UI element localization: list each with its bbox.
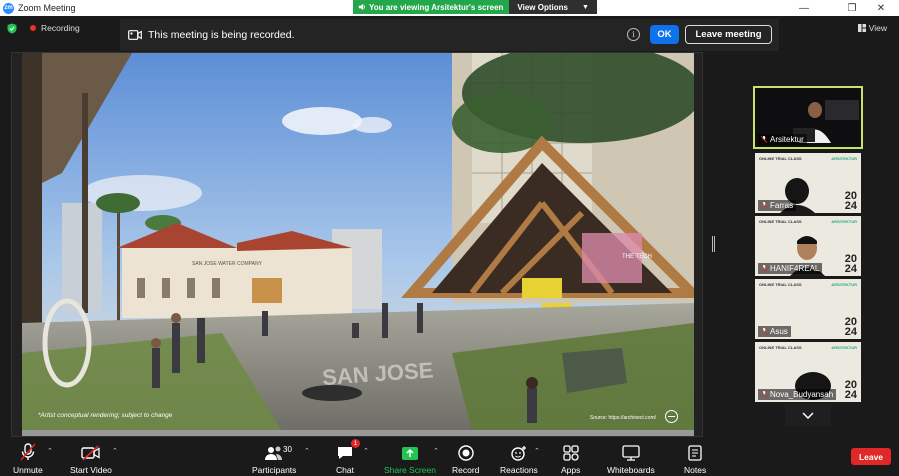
chat-unread-badge: 1 xyxy=(351,439,360,448)
share-screen-label: Share Screen xyxy=(384,465,436,475)
participant-name: Arsitektur xyxy=(758,134,807,145)
chat-icon xyxy=(338,447,352,459)
participants-icon xyxy=(265,446,283,460)
view-button[interactable]: View xyxy=(857,23,887,33)
participant-tile-hanif4real[interactable]: ONLINE TRIAL CLASS ARSITEKTUR 20 24 HANIF… xyxy=(755,216,861,276)
participant-name: HANIF4REAL xyxy=(758,263,823,274)
view-options-label: View Options xyxy=(517,2,568,12)
speaker-icon xyxy=(358,3,365,11)
view-options-button[interactable]: View Options ▼ xyxy=(509,0,597,14)
mic-off-icon xyxy=(761,202,767,209)
reactions-options-caret-icon[interactable]: ⌃ xyxy=(534,447,540,455)
zoom-window: zm Zoom Meeting — ❐ ✕ You are viewing Ar… xyxy=(0,0,899,476)
slide-title: ONLINE TRIAL CLASS xyxy=(759,282,802,287)
apps-icon xyxy=(563,445,579,461)
shared-screen-view[interactable]: SAN JOSE WATER COMPANY THE TECH SAN JOSE… xyxy=(11,52,703,437)
architecture-rendering: SAN JOSE WATER COMPANY THE TECH SAN JOSE… xyxy=(22,53,694,431)
chat-button[interactable]: 1 Chat xyxy=(336,439,360,475)
minus-circle-icon xyxy=(665,410,678,423)
horizontal-scrollbar[interactable] xyxy=(22,430,694,436)
building-sign-text: THE TECH xyxy=(622,254,652,260)
scroll-down-button[interactable] xyxy=(785,404,831,426)
close-icon[interactable]: ✕ xyxy=(867,0,895,16)
share-screen-button[interactable]: Share Screen xyxy=(384,441,436,475)
mic-off-icon xyxy=(761,136,767,143)
notes-button[interactable]: Notes xyxy=(684,441,706,475)
notes-label: Notes xyxy=(684,465,707,475)
recording-notice: This meeting is being recorded. i OK Lea… xyxy=(120,19,779,51)
audio-options-caret-icon[interactable]: ⌃ xyxy=(47,447,53,455)
panel-splitter-handle[interactable] xyxy=(712,236,715,252)
info-icon[interactable]: i xyxy=(627,28,640,41)
apps-button[interactable]: Apps xyxy=(561,441,580,475)
sign-text: SAN JOSE WATER COMPANY xyxy=(192,261,263,267)
leave-meeting-button[interactable]: Leave meeting xyxy=(685,25,772,44)
participants-label: Participants xyxy=(252,465,297,475)
grid-view-icon xyxy=(857,24,866,32)
video-off-icon xyxy=(81,445,100,461)
slide-logo: ARSITEKTUR xyxy=(831,282,857,287)
ok-button[interactable]: OK xyxy=(650,25,679,44)
apps-label: Apps xyxy=(561,465,581,475)
view-label: View xyxy=(868,23,887,33)
share-banner: You are viewing Arsitektur's screen View… xyxy=(353,0,597,14)
share-screen-icon xyxy=(401,447,418,460)
zoom-logo-icon: zm xyxy=(3,2,14,14)
source-caption: Source: https://archinect.com/ xyxy=(589,415,656,421)
architecture-rendering-image: SAN JOSE WATER COMPANY THE TECH SAN JOSE xyxy=(22,53,694,431)
security-shield-icon[interactable] xyxy=(7,23,17,34)
window-title: Zoom Meeting xyxy=(18,3,76,13)
participant-tile-nova[interactable]: ONLINE TRIAL CLASS ARSITEKTUR 20 24 Nova_… xyxy=(755,342,861,402)
viewing-screen-text: You are viewing Arsitektur's screen xyxy=(369,2,504,12)
record-label: Record xyxy=(452,465,480,475)
recording-camera-icon xyxy=(128,30,142,40)
rendering-caption: *Artist conceptual rendering; subject to… xyxy=(38,412,173,419)
chevron-down-icon: ▼ xyxy=(581,3,589,11)
reactions-button[interactable]: Reactions xyxy=(500,441,538,475)
participant-tile-arsitektur[interactable]: Arsitektur xyxy=(753,86,863,149)
start-video-label: Start Video xyxy=(70,465,112,475)
whiteboard-icon xyxy=(622,445,640,461)
viewing-screen-label: You are viewing Arsitektur's screen xyxy=(353,0,510,14)
recording-label: Recording xyxy=(41,23,80,33)
reactions-label: Reactions xyxy=(500,465,538,475)
video-options-caret-icon[interactable]: ⌃ xyxy=(112,447,118,455)
participant-name: Farras xyxy=(758,200,797,211)
unmute-label: Unmute xyxy=(13,465,43,475)
slide-year: 20 24 xyxy=(844,253,857,275)
chat-options-caret-icon[interactable]: ⌃ xyxy=(363,447,369,455)
record-icon xyxy=(458,445,474,461)
recording-notice-text: This meeting is being recorded. xyxy=(148,29,295,41)
reactions-icon xyxy=(511,446,526,461)
mic-muted-icon xyxy=(20,443,36,461)
chevron-down-icon xyxy=(802,411,814,419)
recording-indicator[interactable]: Recording xyxy=(30,23,80,33)
maximize-icon[interactable]: ❐ xyxy=(838,0,866,16)
meeting-toolbar: Unmute ⌃ Start Video ⌃ Participants 30 ⌃… xyxy=(0,439,899,476)
unmute-button[interactable]: Unmute xyxy=(13,441,43,475)
participants-options-caret-icon[interactable]: ⌃ xyxy=(304,447,310,455)
record-button[interactable]: Record xyxy=(452,441,479,475)
slide-year: 20 24 xyxy=(844,316,857,338)
mic-off-icon xyxy=(761,328,767,335)
chat-label: Chat xyxy=(336,465,354,475)
participant-tile-asus[interactable]: ONLINE TRIAL CLASS ARSITEKTUR 20 24 Asus xyxy=(755,279,861,339)
mic-off-icon xyxy=(761,391,767,398)
whiteboards-button[interactable]: Whiteboards xyxy=(607,441,655,475)
participant-name: Nova_Budyansah xyxy=(758,389,837,400)
participants-count: 30 xyxy=(283,445,292,454)
notes-icon xyxy=(688,445,702,461)
minimize-icon[interactable]: — xyxy=(790,0,818,16)
whiteboards-label: Whiteboards xyxy=(607,465,655,475)
slide-year: 20 24 xyxy=(844,190,857,212)
leave-button[interactable]: Leave xyxy=(851,448,891,465)
slide-year: 20 24 xyxy=(844,379,857,401)
start-video-button[interactable]: Start Video xyxy=(70,441,112,475)
participant-tile-farras[interactable]: ONLINE TRIAL CLASS ARSITEKTUR 20 24 Farra… xyxy=(755,153,861,213)
recording-dot-icon xyxy=(30,25,36,31)
participant-name: Asus xyxy=(758,326,791,337)
mic-off-icon xyxy=(761,265,767,272)
share-options-caret-icon[interactable]: ⌃ xyxy=(433,447,439,455)
